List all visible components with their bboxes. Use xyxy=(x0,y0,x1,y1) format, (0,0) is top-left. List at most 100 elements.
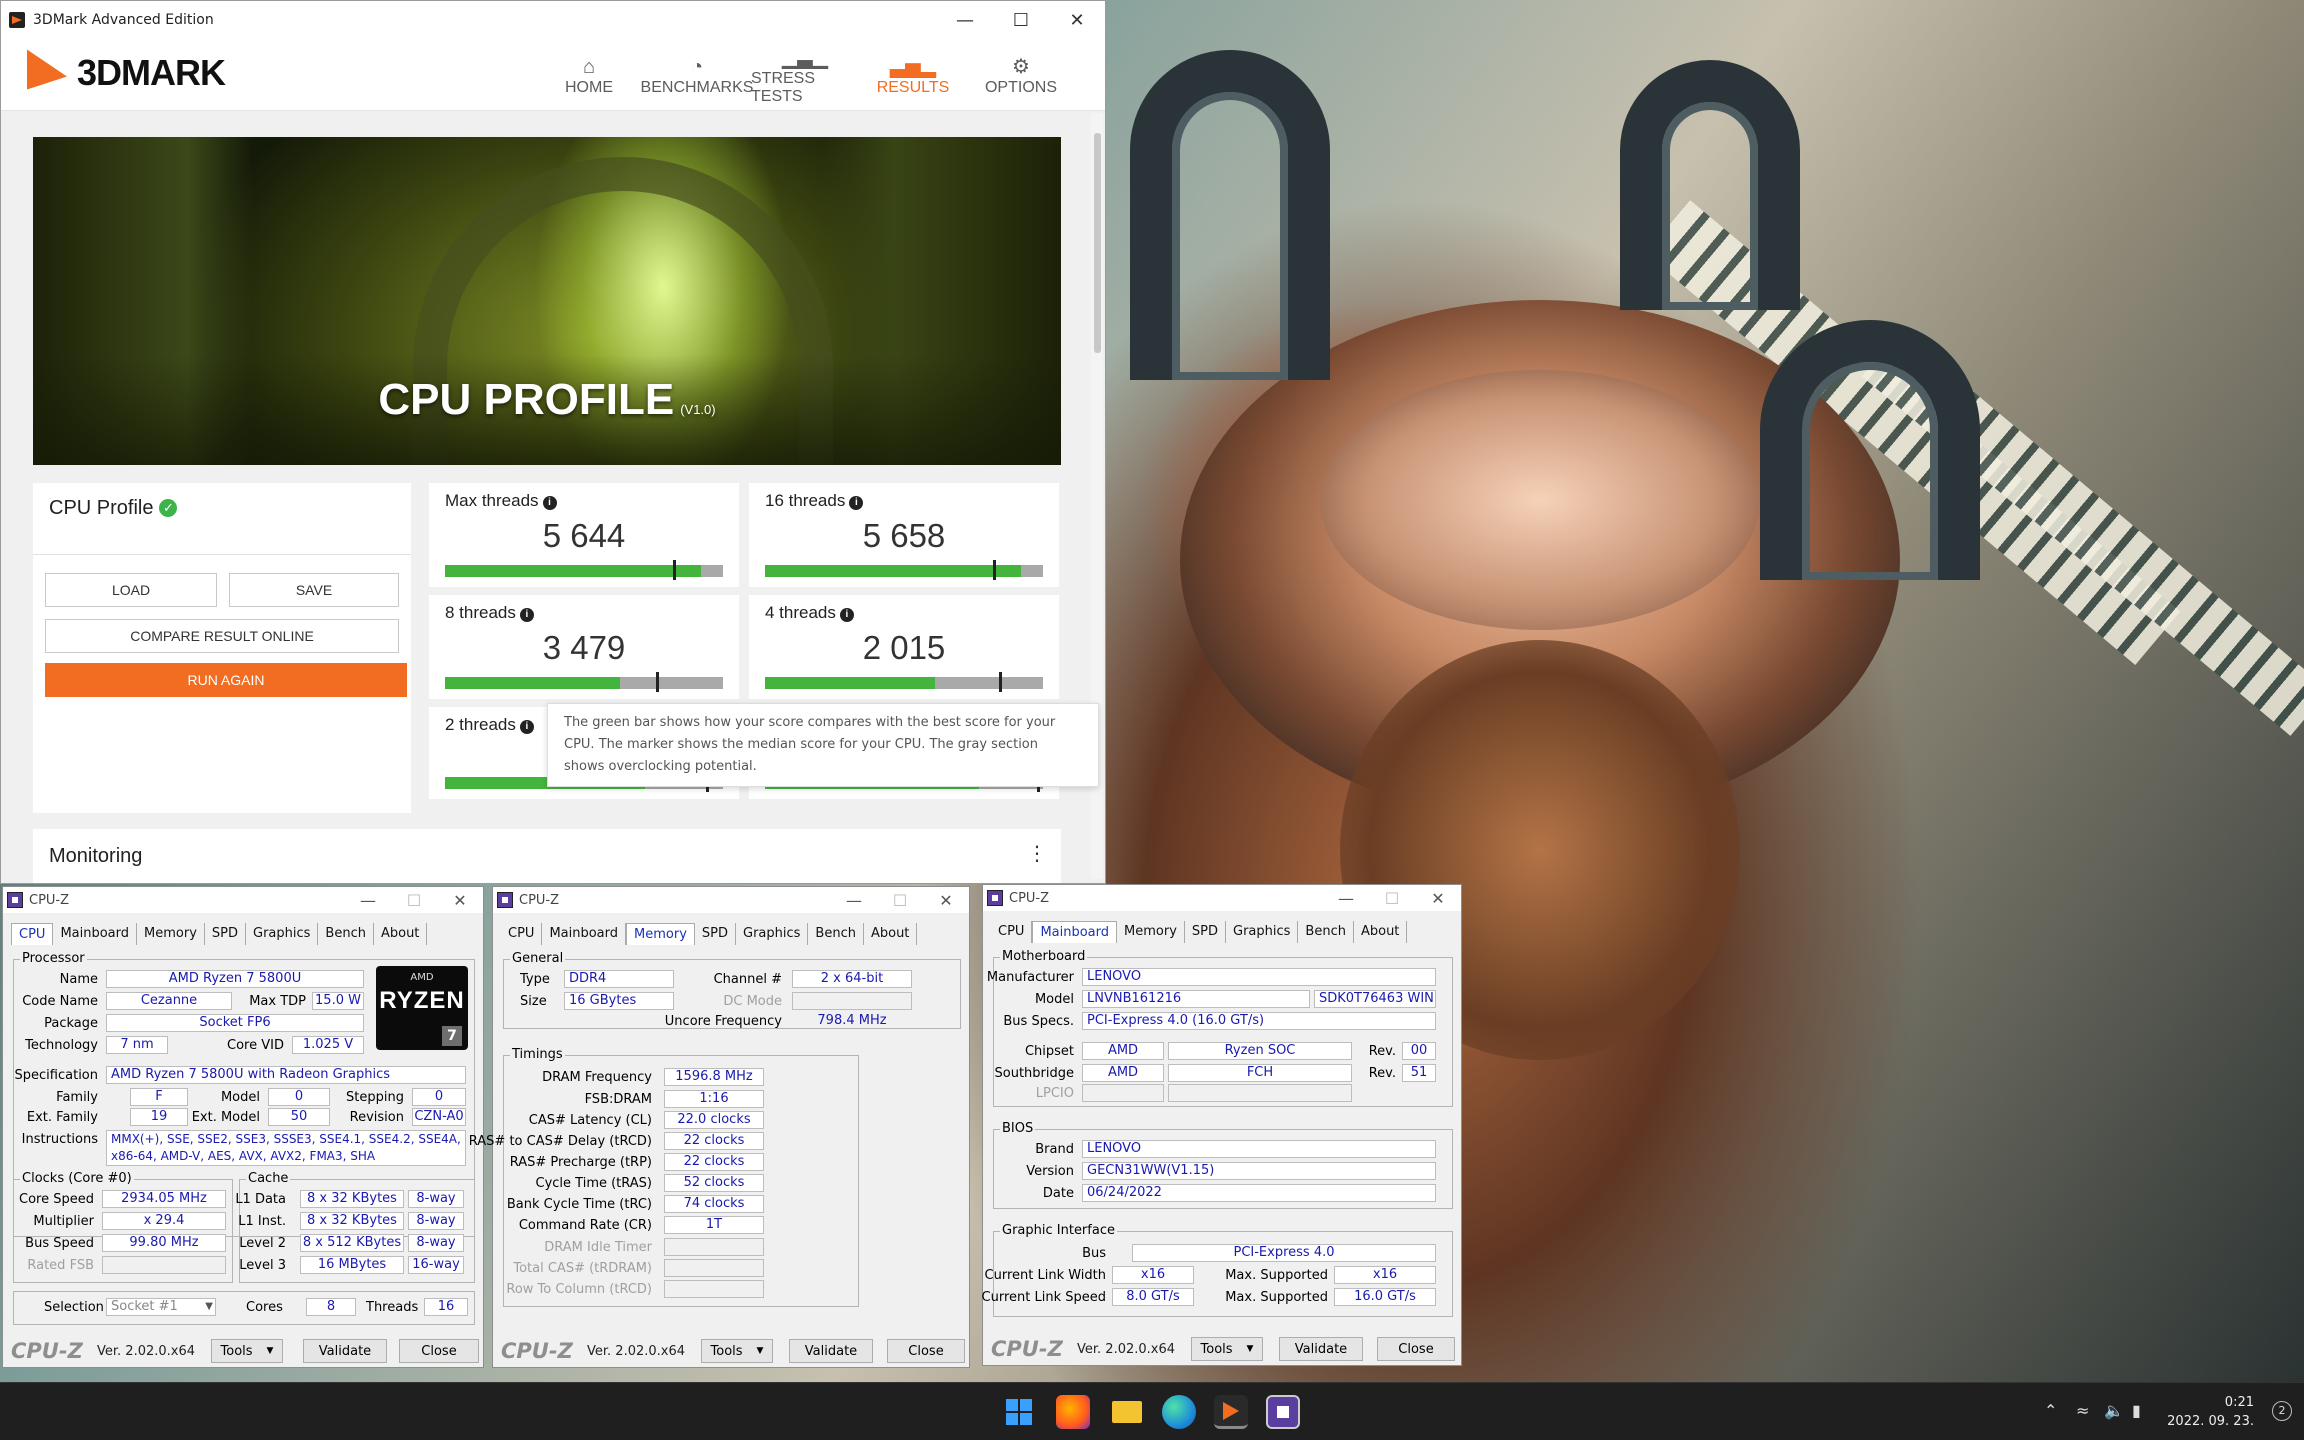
kebab-menu-icon[interactable]: ⋮ xyxy=(1027,841,1047,865)
type-label: Type xyxy=(520,972,550,987)
tab-about[interactable]: About xyxy=(864,923,918,945)
tab-mainboard[interactable]: Mainboard xyxy=(1032,921,1118,943)
trp-field: 22 clocks xyxy=(664,1153,764,1171)
codename-label: Code Name xyxy=(22,994,98,1009)
tab-cpu[interactable]: CPU xyxy=(501,923,543,945)
results-chart-icon: ▃▅▂ xyxy=(889,56,937,78)
validate-button[interactable]: Validate xyxy=(789,1339,873,1363)
tab-graphics[interactable]: Graphics xyxy=(1226,921,1299,943)
compare-result-online-button[interactable]: COMPARE RESULT ONLINE xyxy=(45,619,399,653)
tab-bench[interactable]: Bench xyxy=(808,923,864,945)
nav-benchmarks[interactable]: ◔ BENCHMARKS xyxy=(641,47,754,105)
tab-bench[interactable]: Bench xyxy=(1298,921,1354,943)
tab-spd[interactable]: SPD xyxy=(205,923,246,945)
tab-memory[interactable]: Memory xyxy=(137,923,205,945)
tab-cpu[interactable]: CPU xyxy=(11,923,54,945)
median-marker xyxy=(656,672,660,692)
info-icon[interactable]: i xyxy=(849,496,864,510)
volume-icon[interactable]: 🔈 xyxy=(2104,1401,2124,1420)
tab-spd[interactable]: SPD xyxy=(695,923,736,945)
minimize-icon[interactable]: — xyxy=(1323,885,1369,911)
tab-mainboard[interactable]: Mainboard xyxy=(542,923,627,945)
tab-mainboard[interactable]: Mainboard xyxy=(53,923,138,945)
save-button[interactable]: SAVE xyxy=(229,573,399,607)
nav-options[interactable]: ⚙ OPTIONS xyxy=(967,47,1075,105)
wifi-icon[interactable]: ≈ xyxy=(2076,1401,2089,1420)
cpuz-taskbar-icon[interactable] xyxy=(1266,1395,1300,1429)
tab-about[interactable]: About xyxy=(1354,921,1408,943)
tab-bench[interactable]: Bench xyxy=(318,923,374,945)
cpuz-app-icon xyxy=(497,892,513,908)
cl-field: 22.0 clocks xyxy=(664,1111,764,1129)
nav-stress-tests[interactable]: ▁▃▁ STRESS TESTS xyxy=(751,47,859,105)
close-button[interactable]: Close xyxy=(1377,1337,1455,1361)
system-clock[interactable]: 0:21 2022. 09. 23. xyxy=(2167,1393,2254,1431)
maximize-icon[interactable]: ☐ xyxy=(877,887,923,913)
validate-button[interactable]: Validate xyxy=(1279,1337,1363,1361)
median-marker xyxy=(998,672,1002,692)
maximize-icon[interactable]: ☐ xyxy=(993,1,1049,39)
start-icon[interactable] xyxy=(1002,1395,1036,1429)
battery-icon[interactable]: ▮ xyxy=(2132,1401,2141,1420)
tab-about[interactable]: About xyxy=(374,923,428,945)
close-button[interactable]: Close xyxy=(887,1339,965,1363)
bus-label: Bus xyxy=(1082,1246,1106,1261)
selection-dropdown[interactable]: Socket #1 ▼ xyxy=(106,1298,216,1316)
group-title: Graphic Interface xyxy=(1000,1223,1117,1238)
idle-timer-label: DRAM Idle Timer xyxy=(544,1240,652,1255)
close-icon[interactable]: ✕ xyxy=(437,887,483,913)
trdram-field xyxy=(664,1259,764,1277)
instructions-line: MMX(+), SSE, SSE2, SSE3, SSSE3, SSE4.1, … xyxy=(111,1132,461,1146)
chipset-vendor-field: AMD xyxy=(1082,1042,1164,1060)
nav-results[interactable]: ▃▅▂ RESULTS xyxy=(859,47,967,105)
close-button[interactable]: Close xyxy=(399,1339,479,1363)
technology-label: Technology xyxy=(25,1038,98,1053)
l3-way-field: 16-way xyxy=(408,1256,464,1274)
tab-graphics[interactable]: Graphics xyxy=(246,923,319,945)
close-icon[interactable]: ✕ xyxy=(1415,885,1461,911)
chipset-name-field: Ryzen SOC xyxy=(1168,1042,1352,1060)
3dmark-taskbar-icon[interactable] xyxy=(1214,1395,1248,1429)
tab-graphics[interactable]: Graphics xyxy=(736,923,809,945)
score-card-4-threads: 4 threads i 2 015 xyxy=(749,595,1059,699)
tab-memory[interactable]: Memory xyxy=(626,923,695,945)
info-icon[interactable]: i xyxy=(519,608,534,622)
tab-spd[interactable]: SPD xyxy=(1185,921,1226,943)
rev-label: Rev. xyxy=(1368,1044,1396,1059)
tools-button[interactable]: Tools ▼ xyxy=(701,1339,773,1363)
tab-memory[interactable]: Memory xyxy=(1117,921,1185,943)
info-icon[interactable]: i xyxy=(542,496,557,510)
version-field: GECN31WW(V1.15) xyxy=(1082,1162,1436,1180)
info-icon[interactable]: i xyxy=(839,608,854,622)
minimize-icon[interactable]: — xyxy=(345,887,391,913)
info-icon[interactable]: i xyxy=(519,720,534,734)
3dmark-header: 3DMARK ⌂ HOME ◔ BENCHMARKS ▁▃▁ STRESS TESTS… xyxy=(1,39,1105,111)
tools-button[interactable]: Tools ▼ xyxy=(1191,1337,1263,1361)
close-icon[interactable]: ✕ xyxy=(1049,1,1105,39)
firefox-icon[interactable] xyxy=(1056,1395,1090,1429)
nav-home[interactable]: ⌂ HOME xyxy=(535,47,643,105)
ratedfsb-label: Rated FSB xyxy=(27,1258,94,1273)
minimize-icon[interactable]: — xyxy=(831,887,877,913)
minimize-icon[interactable]: — xyxy=(937,1,993,39)
wallpaper-pipe xyxy=(1620,60,1800,310)
tab-cpu[interactable]: CPU xyxy=(991,921,1033,943)
validate-button[interactable]: Validate xyxy=(303,1339,387,1363)
close-icon[interactable]: ✕ xyxy=(923,887,969,913)
l2-field: 8 x 512 KBytes xyxy=(300,1234,404,1252)
scrollbar-thumb[interactable] xyxy=(1094,133,1101,353)
notification-badge[interactable]: 2 xyxy=(2272,1401,2292,1421)
edge-icon[interactable] xyxy=(1162,1395,1196,1429)
file-explorer-icon[interactable] xyxy=(1110,1395,1144,1429)
wallpaper-pipe xyxy=(1760,320,1980,580)
run-again-button[interactable]: RUN AGAIN xyxy=(45,663,407,697)
tools-button[interactable]: Tools ▼ xyxy=(211,1339,283,1363)
maximize-icon[interactable]: ☐ xyxy=(1369,885,1415,911)
maximize-icon[interactable]: ☐ xyxy=(391,887,437,913)
l1inst-field: 8 x 32 KBytes xyxy=(300,1212,404,1230)
manufacturer-field: LENOVO xyxy=(1082,968,1436,986)
dram-freq-label: DRAM Frequency xyxy=(542,1070,652,1085)
load-button[interactable]: LOAD xyxy=(45,573,217,607)
chevron-up-icon[interactable]: ⌃ xyxy=(2044,1401,2057,1420)
cpuz-footer: CPU-Z Ver. 2.02.0.x64 Tools ▼ Validate Cl… xyxy=(3,1335,483,1367)
